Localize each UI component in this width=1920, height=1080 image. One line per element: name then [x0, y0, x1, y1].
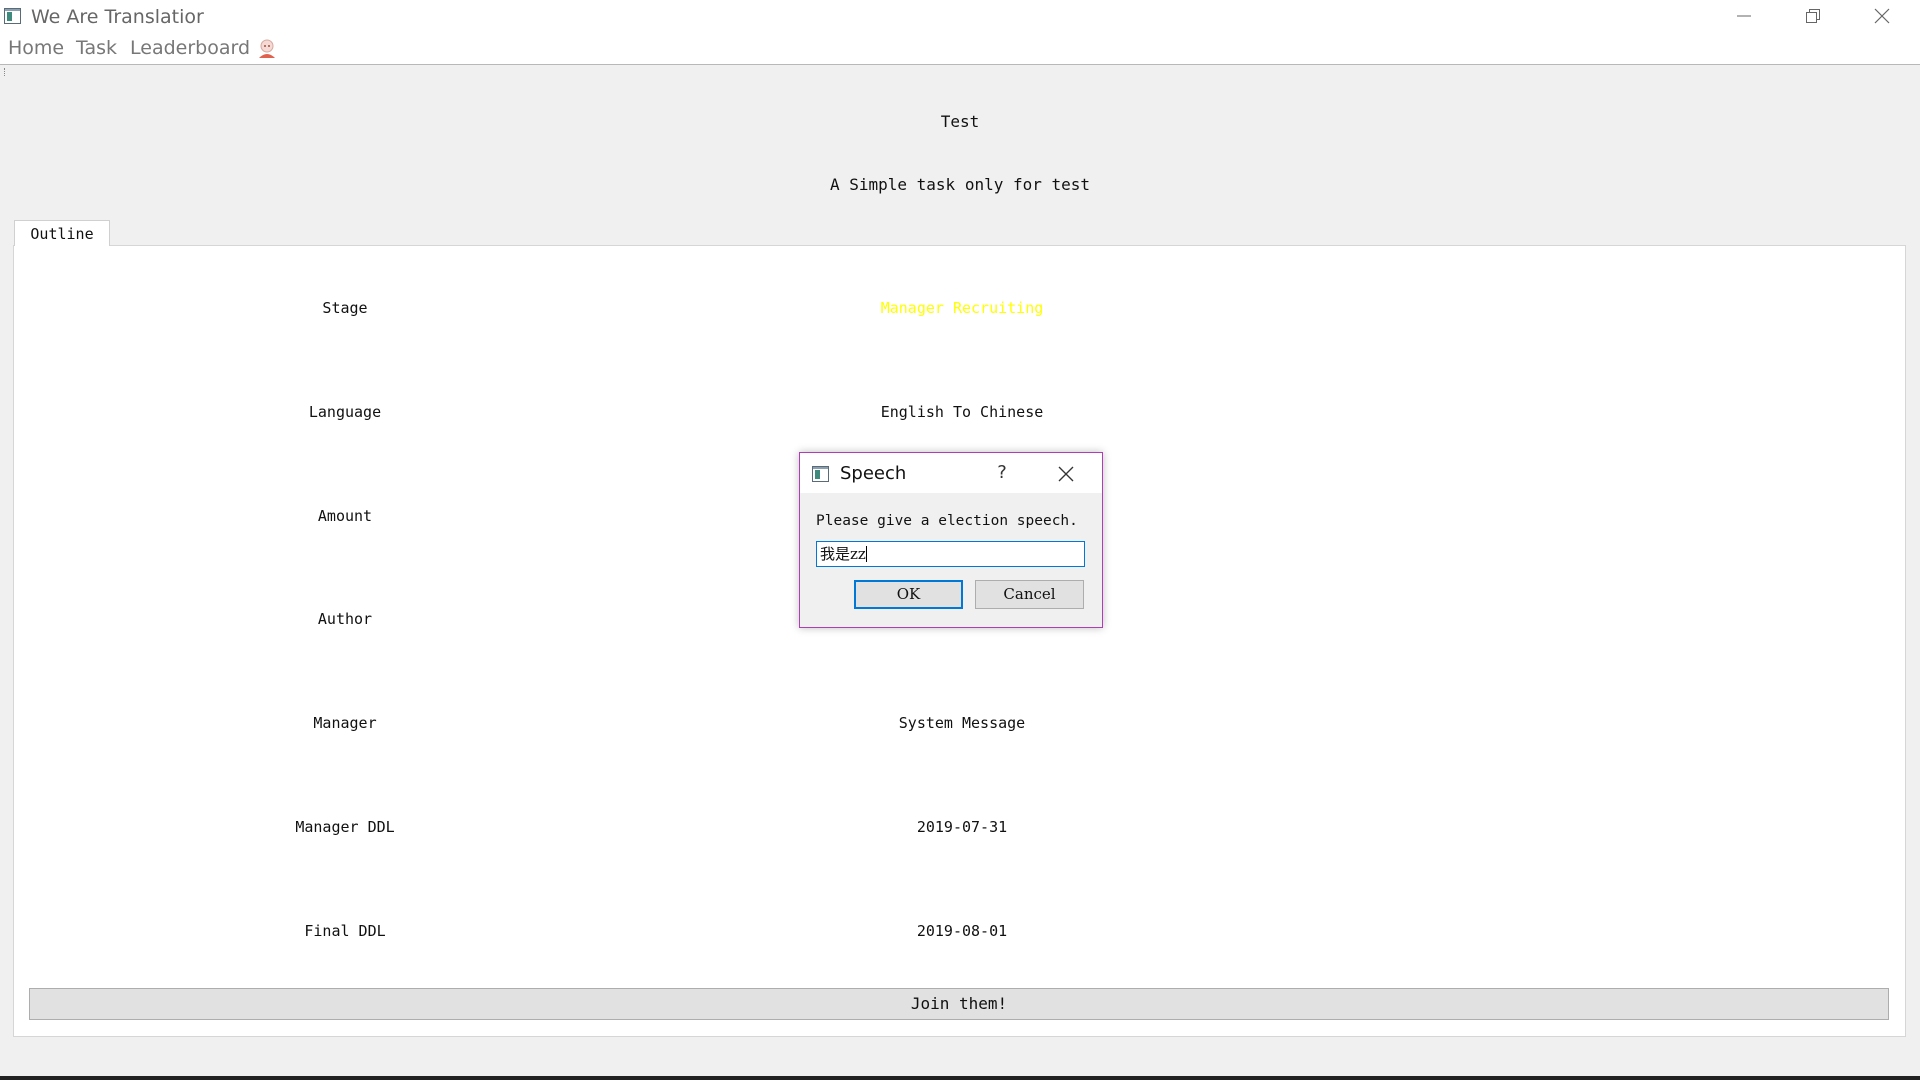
task-description: A Simple task only for test [829, 175, 1091, 194]
minimize-icon [1737, 15, 1751, 17]
close-icon [1874, 8, 1890, 24]
speech-input-text: 我是zz [820, 545, 866, 563]
toolbar-area [0, 64, 1920, 81]
stage-value: Manager Recruiting [880, 299, 1044, 317]
stage-label: Stage [322, 299, 368, 317]
join-button[interactable]: Join them! [29, 988, 1889, 1020]
menu-item-leaderboard[interactable]: Leaderboard [130, 37, 250, 59]
toolbar-grip-handle[interactable] [4, 68, 8, 76]
ok-button[interactable]: OK [854, 580, 963, 609]
dialog-window-icon [812, 466, 829, 482]
cancel-button[interactable]: Cancel [975, 580, 1084, 609]
manager-label: Manager [313, 714, 377, 732]
close-icon [1058, 466, 1074, 482]
app-window-icon [4, 8, 21, 24]
menu-item-home[interactable]: Home [8, 37, 64, 59]
dialog-title-bar[interactable]: Speech ? [800, 453, 1102, 493]
final-ddl-value: 2019-08-01 [916, 922, 1008, 940]
main-window: We Are Translatior Home Task Leaderboard [0, 0, 1920, 1080]
amount-label: Amount [317, 507, 373, 525]
dialog-close-button[interactable] [1057, 465, 1075, 483]
menu-item-task[interactable]: Task [76, 37, 117, 59]
tab-outline[interactable]: Outline [14, 220, 110, 246]
speech-prompt: Please give a election speech. [816, 513, 1078, 529]
language-label: Language [308, 403, 382, 421]
dialog-title: Speech [840, 463, 907, 484]
help-button[interactable]: ? [992, 462, 1012, 484]
final-ddl-label: Final DDL [304, 922, 386, 940]
close-button[interactable] [1848, 0, 1916, 34]
manager-ddl-value: 2019-07-31 [916, 818, 1008, 836]
restore-button[interactable] [1779, 0, 1847, 34]
author-label: Author [317, 610, 373, 628]
avatar-icon[interactable] [256, 38, 278, 60]
title-bar: We Are Translatior [0, 0, 1920, 34]
speech-input[interactable]: 我是zz [816, 541, 1085, 567]
text-caret [865, 546, 867, 562]
window-title: We Are Translatior [31, 6, 204, 28]
window-bottom-border [0, 1076, 1920, 1080]
restore-icon [1806, 9, 1820, 23]
minimize-button[interactable] [1710, 0, 1778, 34]
manager-ddl-label: Manager DDL [295, 818, 395, 836]
menu-bar: Home Task Leaderboard [0, 34, 1920, 64]
speech-dialog: Speech ? Please give a election speech. … [799, 452, 1103, 628]
language-value: English To Chinese [880, 403, 1044, 421]
task-title: Test [940, 112, 980, 131]
outline-panel [13, 245, 1906, 1037]
manager-value: System Message [898, 714, 1026, 732]
